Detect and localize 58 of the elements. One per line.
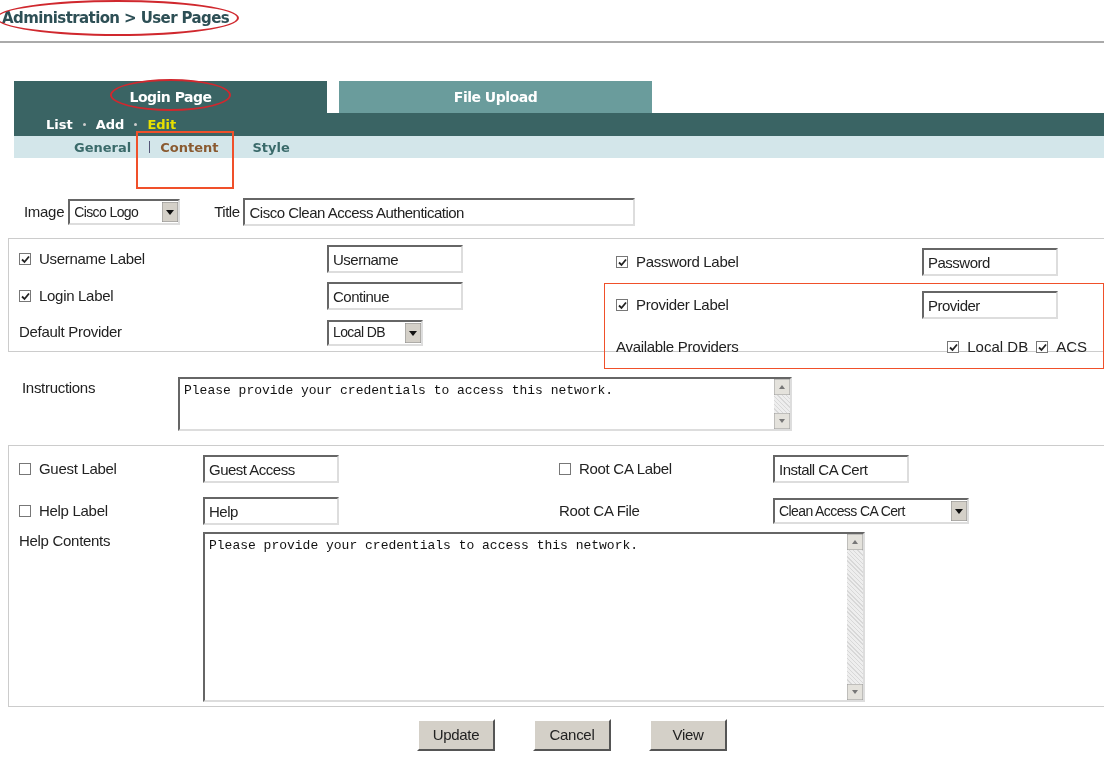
breadcrumb: Administration > User Pages <box>2 9 230 27</box>
field-label: Username Label <box>39 249 145 270</box>
dropdown-arrow-icon <box>951 501 967 521</box>
label-text-field[interactable]: Guest Access <box>203 455 339 483</box>
label-text-field[interactable]: Password <box>922 248 1058 276</box>
field-label: Instructions <box>22 378 97 398</box>
subtab[interactable]: Style <box>242 140 300 155</box>
option-label: ACS <box>1056 336 1087 357</box>
checkbox[interactable] <box>19 505 31 517</box>
dropdown-arrow-icon <box>405 322 421 343</box>
field-label: Root CA Label <box>579 458 672 479</box>
checkbox[interactable] <box>19 463 31 475</box>
field-label: Default Provider <box>19 322 122 343</box>
subtab[interactable]: General <box>64 140 142 155</box>
option-label: Local DB <box>967 336 1029 357</box>
field-label: Available Providers <box>616 336 739 357</box>
field-label: Help Label <box>39 500 108 521</box>
action-link[interactable]: Add <box>95 114 125 135</box>
scroll-up-icon[interactable] <box>847 534 863 550</box>
checkbox[interactable] <box>19 253 31 266</box>
instructions-field[interactable]: Please provide your credentials to access this network. <box>178 377 792 431</box>
checkbox[interactable] <box>19 290 31 302</box>
label-text-field[interactable]: Provider <box>922 291 1058 319</box>
form-button[interactable]: Update <box>417 719 495 751</box>
provider-select[interactable]: Local DB <box>327 319 423 346</box>
scrollbar[interactable] <box>847 534 863 700</box>
field-label: Guest Label <box>39 458 117 479</box>
field-label: Password Label <box>636 251 739 272</box>
checkbox[interactable] <box>616 256 628 268</box>
action-link[interactable]: Edit <box>147 114 177 135</box>
field-label: Login Label <box>39 285 114 306</box>
action-link[interactable]: List <box>46 114 73 135</box>
checkbox[interactable] <box>616 299 628 311</box>
label-text-field[interactable]: Username <box>327 245 463 274</box>
scroll-down-icon[interactable] <box>774 413 790 429</box>
scroll-down-icon[interactable] <box>847 684 863 700</box>
field-label: Title <box>214 201 240 222</box>
label-text-field[interactable]: Help <box>203 497 339 525</box>
form-button[interactable]: View <box>649 719 727 751</box>
subtab[interactable]: Content <box>150 140 229 155</box>
dropdown-arrow-icon <box>162 202 179 222</box>
scrollbar[interactable] <box>774 379 790 429</box>
field-label: Image <box>24 201 65 222</box>
scroll-up-icon[interactable] <box>774 379 790 395</box>
form-button[interactable]: Cancel <box>533 719 611 751</box>
checkbox[interactable] <box>947 341 960 353</box>
label-text-field[interactable]: Install CA Cert <box>773 455 909 483</box>
help-contents-field[interactable]: Please provide your credentials to access this network. <box>203 532 865 702</box>
checkbox[interactable] <box>559 463 571 475</box>
checkbox[interactable] <box>1036 341 1049 353</box>
field-label: Root CA File <box>559 500 640 521</box>
image-select[interactable]: Cisco Logo <box>68 199 181 225</box>
field-label: Provider Label <box>636 294 729 315</box>
provider-select[interactable]: Clean Access CA Cert <box>773 498 969 524</box>
field-label: Help Contents <box>19 531 112 551</box>
tab[interactable]: Login Page <box>14 81 327 113</box>
title-field[interactable]: Cisco Clean Access Authentication <box>243 198 636 226</box>
label-text-field[interactable]: Continue <box>327 282 463 310</box>
